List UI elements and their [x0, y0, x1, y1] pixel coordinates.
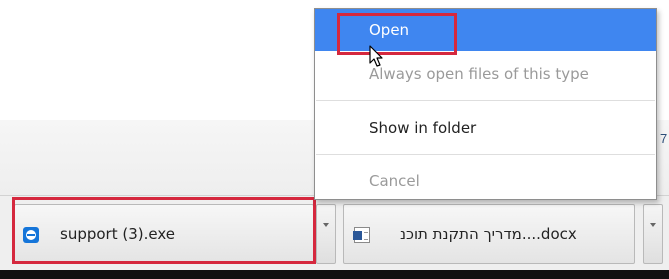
annotation-highlight-open [337, 13, 457, 55]
word-document-icon [353, 227, 370, 243]
chevron-down-icon [650, 223, 656, 227]
download-item-menu-button[interactable] [643, 204, 663, 264]
menu-item-cancel[interactable]: Cancel [315, 163, 656, 199]
menu-item-always-open[interactable]: Always open files of this type [315, 53, 656, 95]
menu-separator [316, 100, 655, 101]
menu-item-show-in-folder[interactable]: Show in folder [315, 107, 656, 149]
download-file-name: מדריך התקנת תוכנ....docx [400, 225, 577, 243]
download-item-docx[interactable]: מדריך התקנת תוכנ....docx [343, 204, 635, 264]
taskbar-strip [0, 270, 669, 279]
download-item-menu-button[interactable] [316, 204, 336, 264]
chevron-down-icon [323, 223, 329, 227]
annotation-highlight-download-item [12, 197, 316, 264]
arrow-pointer-icon [369, 45, 383, 67]
menu-separator [316, 154, 655, 155]
page-edge-text: 7 [660, 131, 668, 146]
